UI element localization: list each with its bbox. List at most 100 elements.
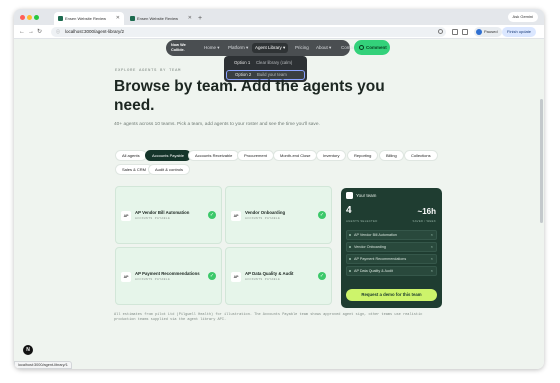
finish-update-button[interactable]: Finish update [502, 27, 537, 37]
agent-badge: AP [121, 272, 131, 282]
team-icon [346, 192, 353, 199]
option-description: Clear library (calm) [256, 60, 293, 65]
remove-icon[interactable]: × [431, 231, 433, 239]
logo-line-2: Collide. [171, 47, 185, 52]
bullet-icon [349, 270, 351, 272]
filter-chip-reporting[interactable]: Reporting [347, 150, 379, 161]
bullet-icon [349, 234, 351, 236]
footnote: All estimates from pilot Ltd (Pilgwell H… [114, 313, 423, 322]
agent-card[interactable]: AP AP Payment Recommendations ACCOUNTS P… [115, 247, 222, 305]
agent-title: Vendor Onboarding [245, 210, 286, 215]
tab-label: Ensen Website Review [137, 16, 179, 21]
agent-count-label: AGENTS SELECTED [346, 219, 378, 223]
dropdown-option-1[interactable]: Option 1 Clear library (calm) [226, 58, 305, 68]
forward-arrow-icon[interactable]: → [28, 27, 34, 37]
hours-saved-label: SAVED / WEEK [412, 219, 436, 223]
scrollbar-thumb[interactable] [540, 99, 543, 223]
ask-gemini-button[interactable]: Ask Gemini [507, 12, 538, 22]
browser-tab-1[interactable]: Ensen Website Review ✕ [54, 12, 124, 25]
site-logo[interactable]: Now We Collide. [171, 43, 186, 52]
floating-action-button[interactable]: N [23, 345, 33, 355]
site-nav: Now We Collide. Home ▾ Platform ▾ Agent … [166, 40, 357, 56]
nav-link-pricing[interactable]: Pricing [295, 40, 309, 56]
side-panel-icon[interactable] [462, 29, 468, 35]
agent-card[interactable]: AP AP Data Quality & Audit ACCOUNTS PAYA… [225, 247, 332, 305]
site-favicon-icon [130, 16, 135, 21]
agent-title: AP Data Quality & Audit [245, 271, 294, 276]
nav-link-agent-library[interactable]: Agent Library ▾ [252, 43, 289, 53]
close-window-button[interactable] [20, 15, 25, 20]
minimize-window-button[interactable] [27, 15, 32, 20]
bookmark-star-icon[interactable] [438, 29, 443, 34]
browser-tab-2[interactable]: Ensen Website Review ✕ [126, 12, 196, 25]
status-bar-url: localhost:3000/agent-library/1 [14, 361, 72, 369]
team-member-item: Vendor Onboarding × [346, 242, 437, 252]
remove-icon[interactable]: × [431, 267, 433, 275]
hero-eyebrow: EXPLORE AGENTS BY TEAM [115, 69, 182, 73]
nav-link-home[interactable]: Home ▾ [204, 40, 220, 56]
filter-chip-accounts-payable[interactable]: Accounts Payable [145, 150, 192, 161]
agent-team-tag: ACCOUNTS PAYABLE [245, 278, 281, 281]
new-tab-button[interactable]: + [198, 12, 202, 25]
site-info-icon[interactable]: ⓘ [56, 27, 60, 37]
extensions-icon[interactable] [452, 29, 458, 35]
address-bar[interactable]: ⓘ localhost:3000/agent-library/2 [51, 27, 446, 37]
filter-chip-procurement[interactable]: Procurement [237, 150, 274, 161]
browser-toolbar: ← → ↻ ⓘ localhost:3000/agent-library/2 P… [14, 25, 544, 39]
hero-subtext: 40+ agents across 10 teams. Pick a team,… [114, 122, 320, 127]
remove-icon[interactable]: × [431, 243, 433, 251]
filter-chip-billing[interactable]: Billing [379, 150, 404, 161]
agent-title: AP Vendor Bill Automation [135, 210, 190, 215]
filter-chip-audit-controls[interactable]: Audit & controls [148, 164, 191, 175]
hours-saved: ~16h [417, 207, 436, 216]
team-member-label: AP Payment Recommendations [354, 257, 407, 261]
team-member-label: AP Data Quality & Audit [354, 269, 393, 273]
option-label: Option 2 [235, 72, 252, 77]
maximize-window-button[interactable] [34, 15, 39, 20]
checkmark-icon[interactable]: ✓ [208, 211, 216, 219]
bullet-icon [349, 246, 351, 248]
agent-badge: AP [231, 272, 241, 282]
tab-label: Ensen Website Review [65, 16, 107, 21]
team-member-item: AP Data Quality & Audit × [346, 266, 437, 276]
url-text: localhost:3000/agent-library/2 [65, 29, 125, 34]
profile-button[interactable]: Paused [474, 27, 502, 37]
agent-card[interactable]: AP Vendor Onboarding ACCOUNTS PAYABLE ✓ [225, 186, 332, 244]
profile-label: Paused [484, 29, 498, 34]
logo-line-1: Now We [171, 43, 186, 47]
filter-chip-all-agents[interactable]: All agents [115, 150, 147, 161]
agent-team-tag: ACCOUNTS PAYABLE [135, 278, 171, 281]
comment-label: Comment [366, 45, 387, 50]
checkmark-icon[interactable]: ✓ [318, 272, 326, 280]
team-panel-title: Your team [356, 193, 377, 198]
your-team-panel: Your team 4 ~16h AGENTS SELECTED SAVED /… [341, 188, 442, 308]
comment-button[interactable]: Comment [354, 40, 390, 55]
nav-link-about[interactable]: About ▾ [316, 40, 331, 56]
team-member-item: AP Vendor Bill Automation × [346, 230, 437, 240]
filter-chip-accounts-receivable[interactable]: Accounts Receivable [188, 150, 240, 161]
agent-title: AP Payment Recommendations [135, 271, 200, 276]
checkmark-icon[interactable]: ✓ [318, 211, 326, 219]
remove-icon[interactable]: × [431, 255, 433, 263]
close-tab-icon[interactable]: ✕ [188, 12, 192, 25]
team-member-label: AP Vendor Bill Automation [354, 233, 397, 237]
team-member-item: AP Payment Recommendations × [346, 254, 437, 264]
back-arrow-icon[interactable]: ← [19, 27, 25, 37]
page-viewport: Now We Collide. Home ▾ Platform ▾ Agent … [14, 39, 544, 369]
agent-team-tag: ACCOUNTS PAYABLE [245, 217, 281, 220]
close-tab-icon[interactable]: ✕ [116, 12, 120, 25]
site-favicon-icon [58, 16, 63, 21]
filter-chip-inventory[interactable]: Inventory [316, 150, 347, 161]
filter-chip-collections[interactable]: Collections [404, 150, 438, 161]
team-member-label: Vendor Onboarding [354, 245, 386, 249]
avatar [476, 29, 482, 35]
option-label: Option 1 [234, 60, 251, 65]
filter-chip-month-end-close[interactable]: Month-end Close [273, 150, 318, 161]
agent-card[interactable]: AP AP Vendor Bill Automation ACCOUNTS PA… [115, 186, 222, 244]
checkmark-icon[interactable]: ✓ [208, 272, 216, 280]
nav-link-platform[interactable]: Platform ▾ [228, 40, 248, 56]
comment-icon [359, 45, 364, 50]
request-demo-button[interactable]: Request a demo for this team [346, 289, 437, 301]
reload-icon[interactable]: ↻ [37, 27, 42, 37]
browser-window: Ensen Website Review ✕ Ensen Website Rev… [14, 9, 544, 369]
